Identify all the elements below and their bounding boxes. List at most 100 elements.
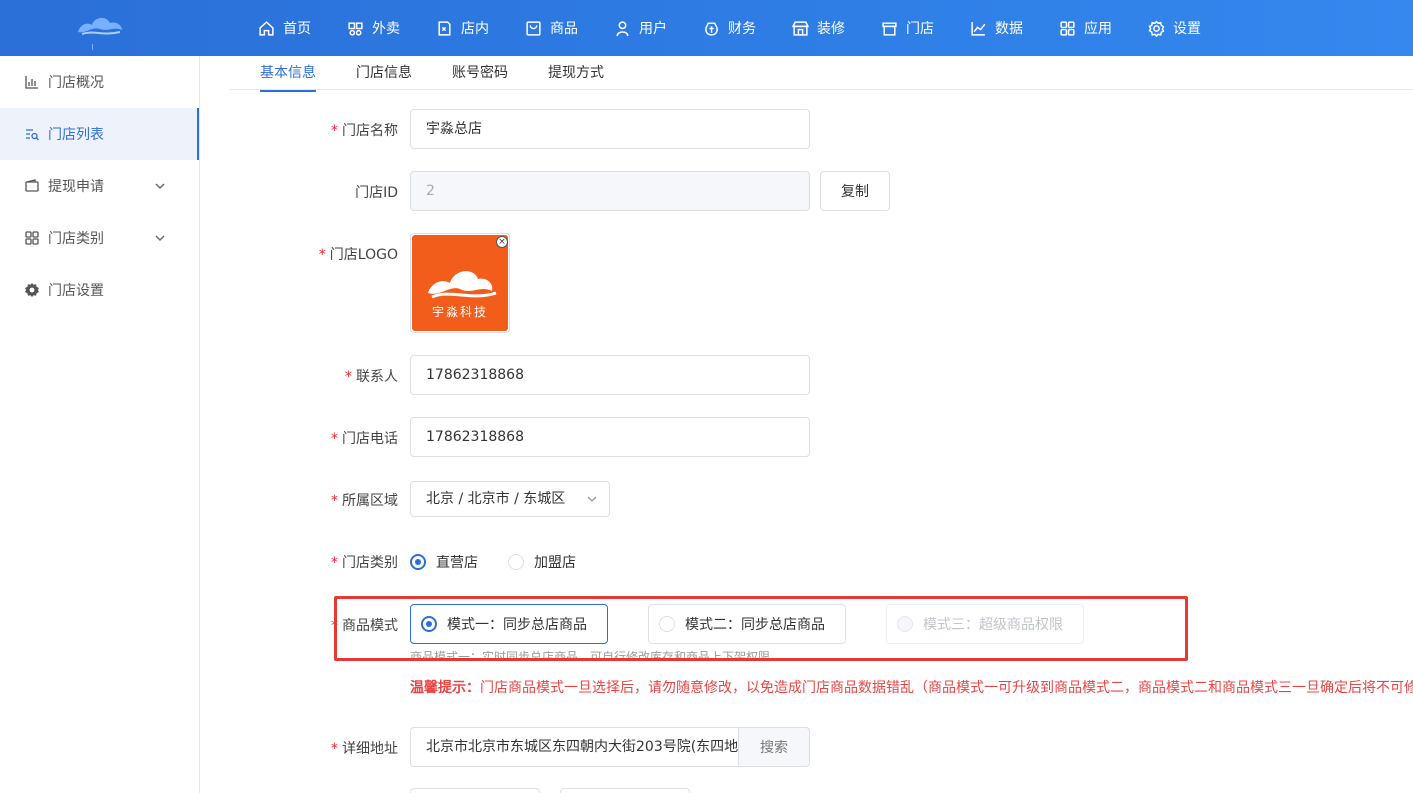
brand-logo[interactable] — [0, 0, 200, 56]
nav-label: 商品 — [550, 21, 578, 37]
label-text: 门店类别 — [342, 555, 398, 571]
region-value: 北京 / 北京市 / 东城区 — [426, 491, 566, 507]
home-icon — [259, 20, 274, 36]
required-mark: * — [345, 369, 352, 385]
warning-text: 温馨提示：门店商品模式一旦选择后，请勿随意修改，以免造成门店商品数据错乱（商品模… — [410, 677, 1413, 697]
store-type-label: * 门店类别 — [331, 552, 398, 572]
chevron-down-icon — [155, 235, 165, 241]
nav-settings[interactable]: 设置 — [1148, 0, 1201, 56]
sidebar-item-category[interactable]: 门店类别 — [0, 212, 199, 264]
radio-label: 直营店 — [436, 555, 478, 571]
radio-direct-store[interactable]: 直营店 — [410, 552, 478, 572]
nav-finance[interactable]: 财务 — [703, 0, 756, 56]
apps-icon — [1060, 20, 1075, 36]
nav-dine-in[interactable]: 店内 — [436, 0, 489, 56]
required-mark: * — [331, 618, 338, 634]
sidebar-item-label: 门店类别 — [48, 231, 104, 247]
label-text: 详细地址 — [342, 741, 398, 757]
store-name-input[interactable]: 宇淼总店 — [410, 109, 810, 149]
sidebar-item-overview[interactable]: 门店概况 — [0, 56, 199, 108]
nav-store[interactable]: 门店 — [881, 0, 934, 56]
mode-label: 模式三：超级商品权限 — [923, 617, 1063, 633]
list-search-icon — [26, 129, 39, 141]
grid-icon — [25, 231, 39, 245]
nav-decorate[interactable]: 装修 — [792, 0, 845, 56]
search-address-button[interactable]: 搜索 — [738, 727, 810, 767]
required-mark: * — [331, 431, 338, 447]
decorate-icon — [792, 20, 809, 36]
user-icon — [616, 20, 629, 36]
sidebar-item-label: 门店设置 — [48, 283, 104, 299]
label-text: 联系人 — [356, 369, 398, 385]
tab-basic-info[interactable]: 基本信息 — [260, 62, 316, 92]
mode-option-2[interactable]: 模式二：同步总店商品 — [648, 604, 846, 644]
next-row-field[interactable] — [410, 788, 540, 793]
chevron-down-icon — [155, 183, 165, 189]
mode-hint: 商品模式一：实时同步总店商品，可自行修改库存和商品上下架权限 — [410, 650, 771, 660]
address-input[interactable]: 北京市北京市东城区东四朝内大街203号院(东四地铁站) — [410, 727, 740, 767]
required-mark: * — [331, 123, 338, 139]
nav-label: 设置 — [1173, 21, 1201, 37]
contact-label: * 联系人 — [345, 366, 398, 386]
nav-label: 门店 — [906, 21, 934, 37]
goods-mode-label: * 商品模式 — [331, 615, 398, 635]
tab-store-info[interactable]: 门店信息 — [356, 62, 412, 90]
warning-body: 门店商品模式一旦选择后，请勿随意修改，以免造成门店商品数据错乱（商品模式一可升级… — [480, 680, 1413, 696]
nav-goods[interactable]: 商品 — [525, 0, 578, 56]
phone-input[interactable]: 17862318868 — [410, 417, 810, 457]
store-icon — [882, 21, 897, 36]
label-text: 门店LOGO — [329, 247, 398, 263]
mode-label: 模式一：同步总店商品 — [447, 617, 587, 633]
takeout-icon — [348, 21, 363, 36]
region-select[interactable]: 北京 / 北京市 / 东城区 — [410, 481, 610, 517]
nav-data[interactable]: 数据 — [970, 0, 1023, 56]
next-row-field[interactable] — [560, 788, 690, 793]
sidebar-item-store-settings[interactable]: 门店设置 — [0, 264, 199, 316]
radio-label: 加盟店 — [534, 555, 576, 571]
nav-label: 外卖 — [372, 21, 400, 37]
nav-apps[interactable]: 应用 — [1059, 0, 1112, 56]
required-mark: * — [318, 247, 326, 263]
sidebar-item-label: 门店概况 — [48, 75, 104, 91]
radio-dot — [508, 554, 524, 570]
tab-withdraw-method[interactable]: 提现方式 — [548, 62, 604, 90]
address-label: * 详细地址 — [331, 738, 398, 758]
sidebar-item-withdraw[interactable]: 提现申请 — [0, 160, 199, 212]
store-id-input: 2 — [410, 171, 810, 211]
sidebar-item-store-list[interactable]: 门店列表 — [0, 108, 199, 160]
contact-input[interactable]: 17862318868 — [410, 355, 810, 395]
phone-label: * 门店电话 — [331, 428, 398, 448]
radio-franchise-store[interactable]: 加盟店 — [508, 552, 576, 572]
nav-user[interactable]: 用户 — [614, 0, 667, 56]
nav-label: 装修 — [817, 21, 845, 37]
finance-icon — [705, 21, 718, 36]
label-text: 门店电话 — [342, 431, 398, 447]
remove-logo-icon[interactable]: × — [496, 236, 508, 248]
nav-takeout[interactable]: 外卖 — [347, 0, 400, 56]
dine-in-icon — [438, 20, 451, 36]
required-mark: * — [331, 493, 338, 509]
radio-dot — [410, 554, 426, 570]
mode-label: 模式二：同步总店商品 — [685, 617, 825, 633]
copy-button[interactable]: 复制 — [820, 171, 890, 211]
settings-icon — [1148, 20, 1165, 37]
label-text: 所属区域 — [342, 493, 398, 509]
logo-text: 宇淼科技 — [431, 305, 488, 319]
label-text: 商品模式 — [342, 618, 398, 634]
label-text: 门店名称 — [342, 123, 398, 139]
nav-home[interactable]: 首页 — [258, 0, 311, 56]
warning-prefix: 温馨提示： — [410, 680, 480, 696]
tab-account-password[interactable]: 账号密码 — [452, 62, 508, 90]
nav-label: 应用 — [1084, 21, 1112, 37]
store-id-label: 门店ID — [355, 185, 398, 201]
required-mark: * — [331, 741, 338, 757]
required-mark: * — [331, 555, 338, 571]
bar-chart-icon — [25, 76, 38, 89]
mode-option-1[interactable]: 模式一：同步总店商品 — [410, 604, 608, 644]
wallet-icon — [25, 179, 39, 192]
radio-dot — [659, 616, 675, 632]
gear-icon — [25, 283, 39, 297]
chevron-down-icon — [587, 496, 597, 502]
logo-upload[interactable]: 宇淼科技 — [410, 233, 510, 333]
goods-icon — [526, 20, 541, 36]
